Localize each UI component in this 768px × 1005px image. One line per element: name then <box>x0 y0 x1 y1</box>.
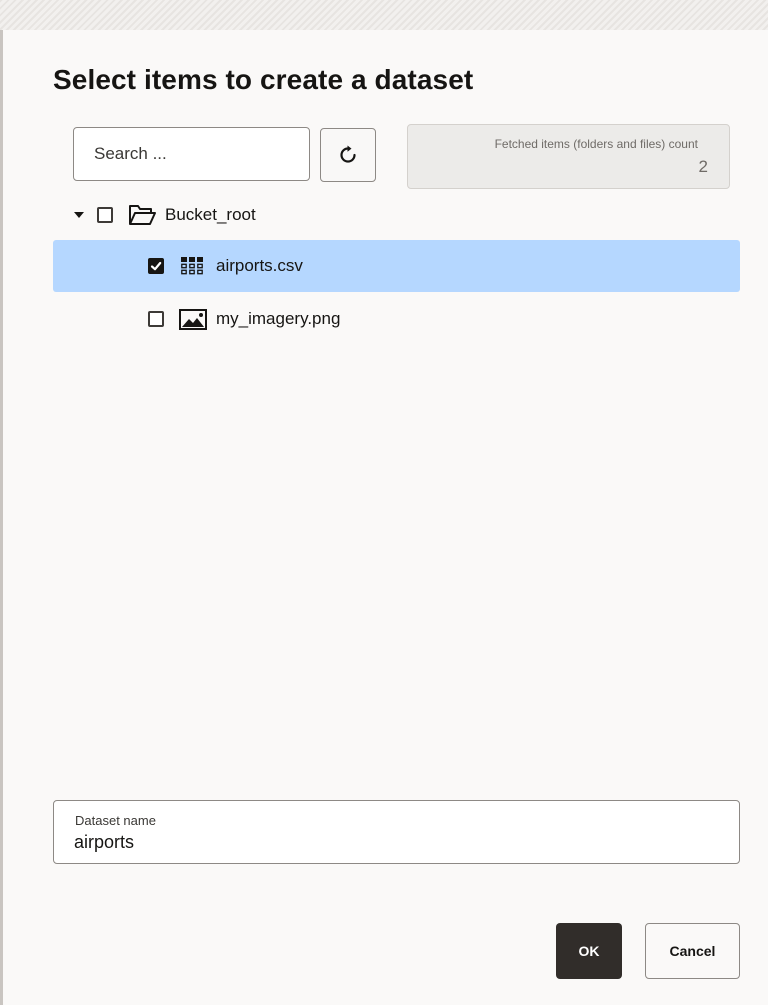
table-grid-icon <box>181 257 203 275</box>
refresh-button[interactable] <box>320 128 376 182</box>
ok-button[interactable]: OK <box>556 923 622 979</box>
dialog-left-edge <box>0 30 3 1005</box>
tree-item-label: my_imagery.png <box>216 309 341 328</box>
count-label: Fetched items (folders and files) count <box>494 137 698 151</box>
dataset-dialog: Select items to create a dataset Fetched… <box>0 0 768 1005</box>
tree-item-label: airports.csv <box>216 256 303 275</box>
background-overlay-strip <box>0 0 768 30</box>
caret-down-icon[interactable] <box>73 210 85 220</box>
tree-item-label: Bucket_root <box>165 205 256 224</box>
dataset-name-field[interactable]: Dataset name <box>53 800 740 864</box>
checkbox-bucket-root[interactable] <box>97 207 113 223</box>
dialog-title: Select items to create a dataset <box>53 64 474 95</box>
checkmark-icon <box>150 261 162 271</box>
tree-item-my-imagery-png[interactable]: my_imagery.png <box>148 302 340 336</box>
refresh-icon <box>340 145 356 163</box>
folder-open-icon <box>129 205 156 225</box>
cancel-button[interactable]: Cancel <box>645 923 740 979</box>
checkbox-airports-csv[interactable] <box>148 258 164 274</box>
count-value: 2 <box>698 157 708 176</box>
image-icon <box>179 309 207 330</box>
tree-item-airports-csv[interactable]: airports.csv <box>148 250 303 282</box>
fetched-items-count-field: Fetched items (folders and files) count … <box>407 124 730 189</box>
dataset-name-label: Dataset name <box>75 813 156 828</box>
search-input[interactable] <box>73 127 310 181</box>
tree-item-bucket-root[interactable]: Bucket_root <box>73 198 256 232</box>
dataset-name-input[interactable] <box>74 830 714 854</box>
checkbox-my-imagery-png[interactable] <box>148 311 164 327</box>
